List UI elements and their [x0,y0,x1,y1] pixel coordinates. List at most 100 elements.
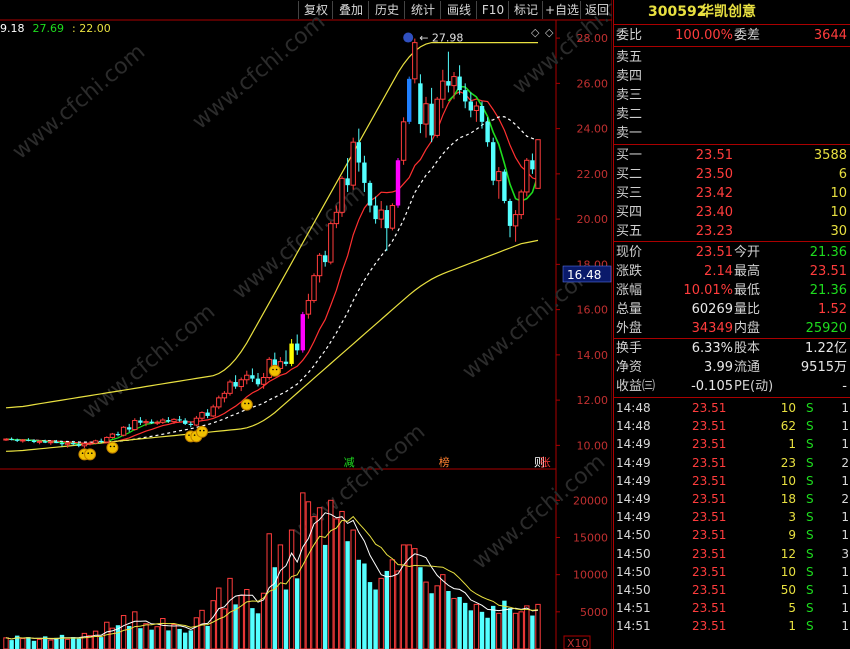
smiley-icon [268,364,281,377]
candle-body [177,419,182,421]
bid-volume: 30 [830,224,847,239]
bid-label: 买二 [616,167,643,182]
volume-bar [149,629,154,649]
tick-time: 14:50 [616,564,651,579]
ma-legend-1: 9.18 [0,22,25,35]
crosshair-price-label: 16.48 [567,268,601,282]
volume-bar [378,577,384,649]
candle-body [255,378,261,385]
volume-bar [143,623,149,649]
candle-body [31,440,37,442]
tick-volume: 1 [788,619,796,634]
toolbar-button-4[interactable]: 画线 [440,1,477,19]
tick-side: S [806,401,814,415]
candle-body [138,420,143,423]
quote-row: 涨幅 10.01% 最低 21.36 [614,281,850,301]
candle-body [512,214,519,227]
tick-count: 1 [841,619,849,634]
tick-side: S [806,583,814,597]
bid-volume: 10 [830,205,847,220]
volume-bar [199,609,205,649]
volume-bar [120,615,127,649]
tick-count: 1 [841,564,849,579]
bid-label: 买一 [616,148,643,163]
volume-bar [177,628,182,649]
kline-chart[interactable]: www.cfchi.comwww.cfchi.comwww.cfchi.comw… [0,0,612,649]
tick-side: S [806,455,814,470]
volume-bar [530,615,535,649]
volume-bar [3,637,9,649]
tick-row: 14:49 23.51 10 S 1 [614,472,850,490]
toolbar-button-6[interactable]: 标记 [508,1,543,19]
candle-body [373,205,378,220]
candle-body [71,443,76,445]
tick-price: 23.51 [692,528,727,543]
candle-body [389,205,396,229]
toolbar-button-7[interactable]: +自选 [542,1,581,19]
candle-body [154,421,160,424]
fundamental-row: 净资 3.99 流通 9515万 [614,358,850,378]
price-tick-label: 12.00 [577,394,609,407]
volume-bar [26,637,31,649]
fundamental-row: 收益㈢ -0.105 PE(动) - [614,377,850,397]
toolbar-button-5[interactable]: F10 [476,1,509,19]
candle-body [59,443,65,445]
tick-count: 1 [841,601,849,616]
volume-bar [288,529,295,649]
tick-time: 14:49 [616,492,651,506]
candle-body [350,141,356,186]
volume-bar [350,529,356,649]
tick-price: 23.51 [692,419,727,434]
candle-body [378,209,384,220]
watermark-text: www.cfchi.com [8,39,150,164]
tick-row: 14:48 23.51 62 S 1 [614,417,850,435]
fundamental-value: 9515万 [800,360,847,375]
order-ratio-label: 委比 [616,28,643,43]
candle-body [451,76,457,87]
toolbar-button-2[interactable]: 历史 [368,1,405,19]
volume-bar [479,611,485,649]
tick-price: 23.51 [692,583,727,597]
tick-time: 14:50 [616,528,651,543]
order-diff-label: 委差 [734,28,761,43]
tick-row: 14:49 23.51 23 S 2 [614,454,850,472]
bid-label: 买四 [616,205,643,220]
volume-bar [210,600,216,649]
tick-time: 14:50 [616,583,651,597]
toolbar-button-0[interactable]: 复权 [298,1,333,19]
volume-bar [76,638,81,649]
smiley-eye [188,434,190,436]
kline-chart-area[interactable]: www.cfchi.com www.cfchi.com www.cfchi.com w… [0,0,612,649]
volume-bar [446,591,451,649]
tick-volume: 10 [780,401,796,415]
candle-body [289,343,294,364]
quote-label: 涨幅 [616,283,643,298]
tick-volume: 23 [780,455,796,470]
candle-body [300,314,305,351]
volume-bar [362,563,367,649]
volume-bar [166,630,171,649]
quote-value: 21.36 [809,245,847,260]
candle-body [328,223,334,263]
watermark-text: www.cfchi.com [228,179,370,304]
toolbar-button-1[interactable]: 叠加 [332,1,369,19]
candle-body [127,427,132,430]
candle-body [188,423,193,426]
toolbar-button-3[interactable]: 统计 [404,1,441,19]
quote-panel: 300592 华凯创意 委比 100.00% 委差 3644 卖五 卖四 卖三 卖二卖… [613,0,850,649]
volume-tick-label: 5000 [580,606,608,619]
volume-bar [205,625,210,649]
ask-row: 卖二 [614,105,850,125]
price-tick-label: 10.00 [577,439,609,452]
volume-bar [283,589,289,649]
fundamental-value: -0.105 [691,379,733,394]
tick-count: 1 [841,528,849,543]
ma-legend-3: : 22.00 [72,22,111,35]
toolbar-button-8[interactable]: 返回 [580,1,613,19]
quote-label: 今开 [734,245,761,260]
smiley-eye [81,452,84,455]
candle-body [440,80,446,100]
fundamental-label: 流通 [734,360,761,375]
candle-body [356,142,361,163]
ma-legend-2: 27.69 [32,22,65,35]
